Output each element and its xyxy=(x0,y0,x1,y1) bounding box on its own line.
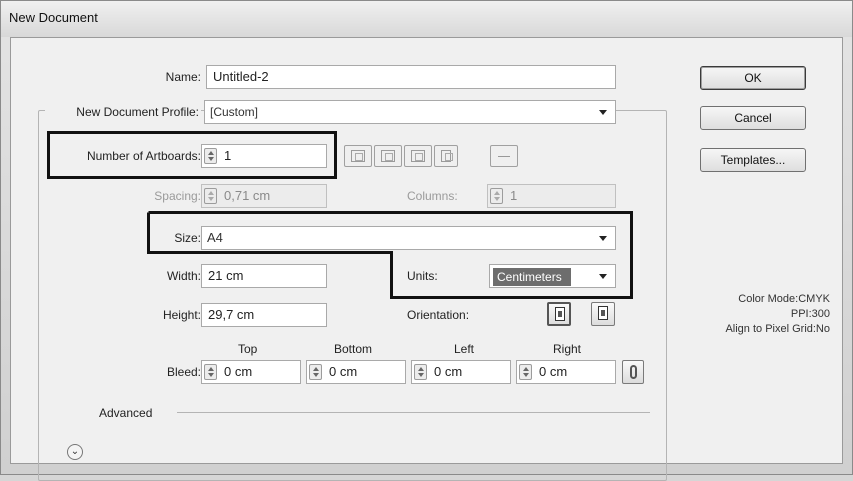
profile-dropdown-caret-icon xyxy=(599,110,607,115)
profile-label: New Document Profile: xyxy=(45,105,201,119)
dialog-body: Name: Untitled-2 New Document Profile: [… xyxy=(10,37,843,481)
stepper-arrows-icon[interactable] xyxy=(204,188,217,204)
bleed-bottom-value: 0 cm xyxy=(329,364,358,379)
artboards-stepper[interactable]: 1 xyxy=(201,144,327,168)
artboards-label: Number of Artboards: xyxy=(86,149,201,163)
height-label: Height: xyxy=(162,308,201,322)
bleed-right-stepper[interactable]: 0 cm xyxy=(516,360,616,384)
advanced-label[interactable]: Advanced xyxy=(99,406,152,420)
height-input[interactable]: 29,7 cm xyxy=(201,303,327,327)
link-bleed-icon[interactable] xyxy=(622,360,644,384)
new-document-dialog: New Document Name: Untitled-2 New Docume… xyxy=(0,0,853,481)
grid-by-row-icon[interactable] xyxy=(344,145,372,167)
name-label-text: Name: xyxy=(165,70,201,84)
bleed-top-value: 0 cm xyxy=(224,364,253,379)
align-pixel-grid-info: Align to Pixel Grid:No xyxy=(725,323,830,335)
columns-value: 1 xyxy=(510,188,518,203)
size-units-highlight-box xyxy=(147,211,633,299)
stepper-arrows-icon[interactable] xyxy=(204,364,217,380)
stepper-arrows-icon[interactable] xyxy=(414,364,427,380)
expand-advanced-icon[interactable]: ⌄ xyxy=(67,444,83,460)
bleed-left-label: Left xyxy=(454,342,475,356)
profile-select-value: [Custom] xyxy=(210,105,259,119)
name-label: Name: xyxy=(111,70,201,84)
bleed-top-stepper[interactable]: 0 cm xyxy=(201,360,301,384)
stepper-arrows-icon[interactable] xyxy=(204,148,217,164)
orientation-label: Orientation: xyxy=(407,308,470,322)
templates-button[interactable]: Templates... xyxy=(700,148,806,172)
spacing-stepper[interactable]: 0,71 cm xyxy=(201,184,327,208)
ok-button[interactable]: OK xyxy=(700,66,806,90)
dialog-title: New Document xyxy=(9,10,98,25)
bleed-right-value: 0 cm xyxy=(539,364,568,379)
bleed-bottom-label: Bottom xyxy=(334,342,373,356)
title-bar[interactable]: New Document xyxy=(1,1,852,37)
landscape-orientation-icon[interactable] xyxy=(591,302,615,326)
artboards-value: 1 xyxy=(224,148,232,163)
bleed-top-label: Top xyxy=(238,342,258,356)
bleed-bottom-stepper[interactable]: 0 cm xyxy=(306,360,406,384)
bleed-left-stepper[interactable]: 0 cm xyxy=(411,360,511,384)
cancel-button[interactable]: Cancel xyxy=(700,106,806,130)
portrait-orientation-icon[interactable] xyxy=(547,302,571,326)
arrange-by-column-icon[interactable] xyxy=(434,145,458,167)
columns-stepper[interactable]: 1 xyxy=(487,184,616,208)
name-input[interactable]: Untitled-2 xyxy=(206,65,616,89)
grid-by-column-icon[interactable] xyxy=(374,145,402,167)
arrange-by-row-icon[interactable] xyxy=(404,145,432,167)
color-mode-info: Color Mode:CMYK xyxy=(738,293,830,305)
right-to-left-layout-icon[interactable] xyxy=(490,145,518,167)
stepper-arrows-icon[interactable] xyxy=(519,364,532,380)
columns-label: Columns: xyxy=(407,189,458,203)
profile-select[interactable]: [Custom] xyxy=(204,100,616,124)
stepper-arrows-icon[interactable] xyxy=(490,188,503,204)
advanced-divider xyxy=(177,412,650,413)
bleed-right-label: Right xyxy=(553,342,582,356)
bleed-left-value: 0 cm xyxy=(434,364,463,379)
spacing-label: Spacing: xyxy=(154,189,201,203)
bleed-label: Bleed: xyxy=(166,365,201,379)
spacing-value: 0,71 cm xyxy=(224,188,271,203)
stepper-arrows-icon[interactable] xyxy=(309,364,322,380)
ppi-info: PPI:300 xyxy=(790,308,830,320)
